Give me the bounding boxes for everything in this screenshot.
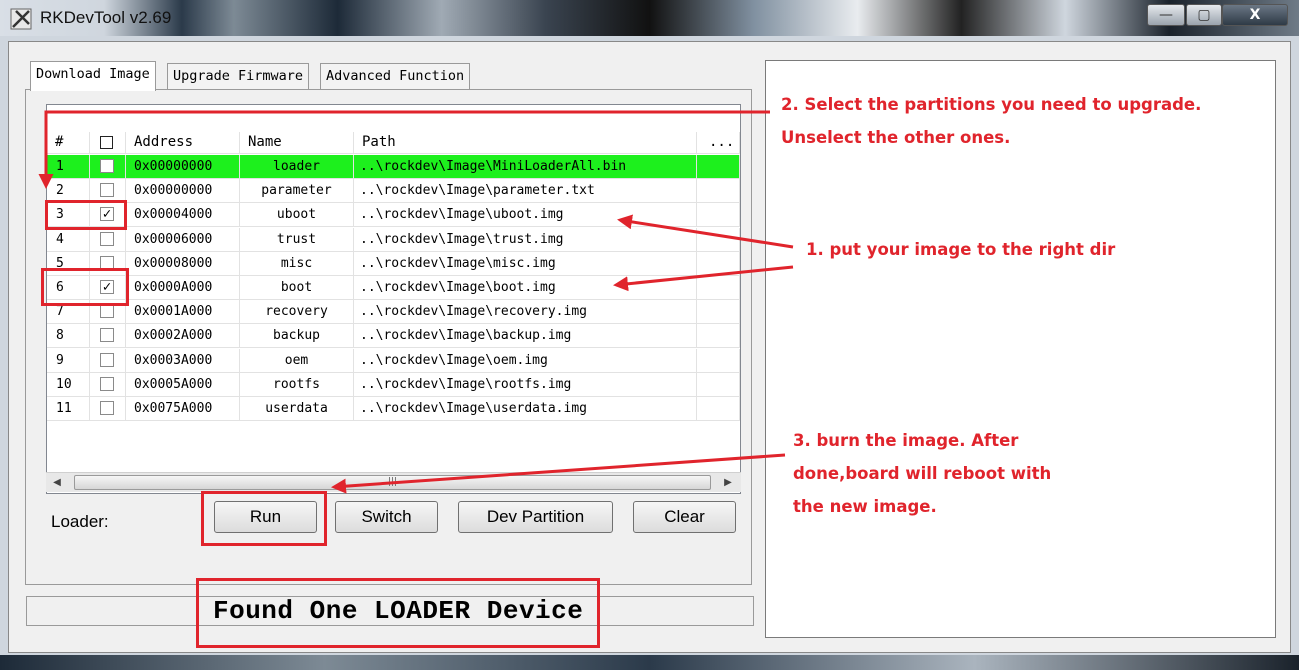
annotation-step3-line1: 3. burn the image. After <box>793 431 1019 450</box>
annotation-step3-line3: the new image. <box>793 497 937 516</box>
arrow-step2 <box>38 110 770 189</box>
tab-download-image[interactable]: Download Image <box>30 61 156 91</box>
arrow-step3 <box>331 453 786 494</box>
arrow-step1-boot <box>613 265 794 292</box>
annotation-step1: 1. put your image to the right dir <box>806 240 1116 259</box>
annotation-step2-line2: Unselect the other ones. <box>781 128 1011 147</box>
annotation-step2-line1: 2. Select the partitions you need to upg… <box>781 95 1202 114</box>
annotation-step3-line2: done,board will reboot with <box>793 464 1052 483</box>
arrow-step1-uboot <box>617 214 794 249</box>
